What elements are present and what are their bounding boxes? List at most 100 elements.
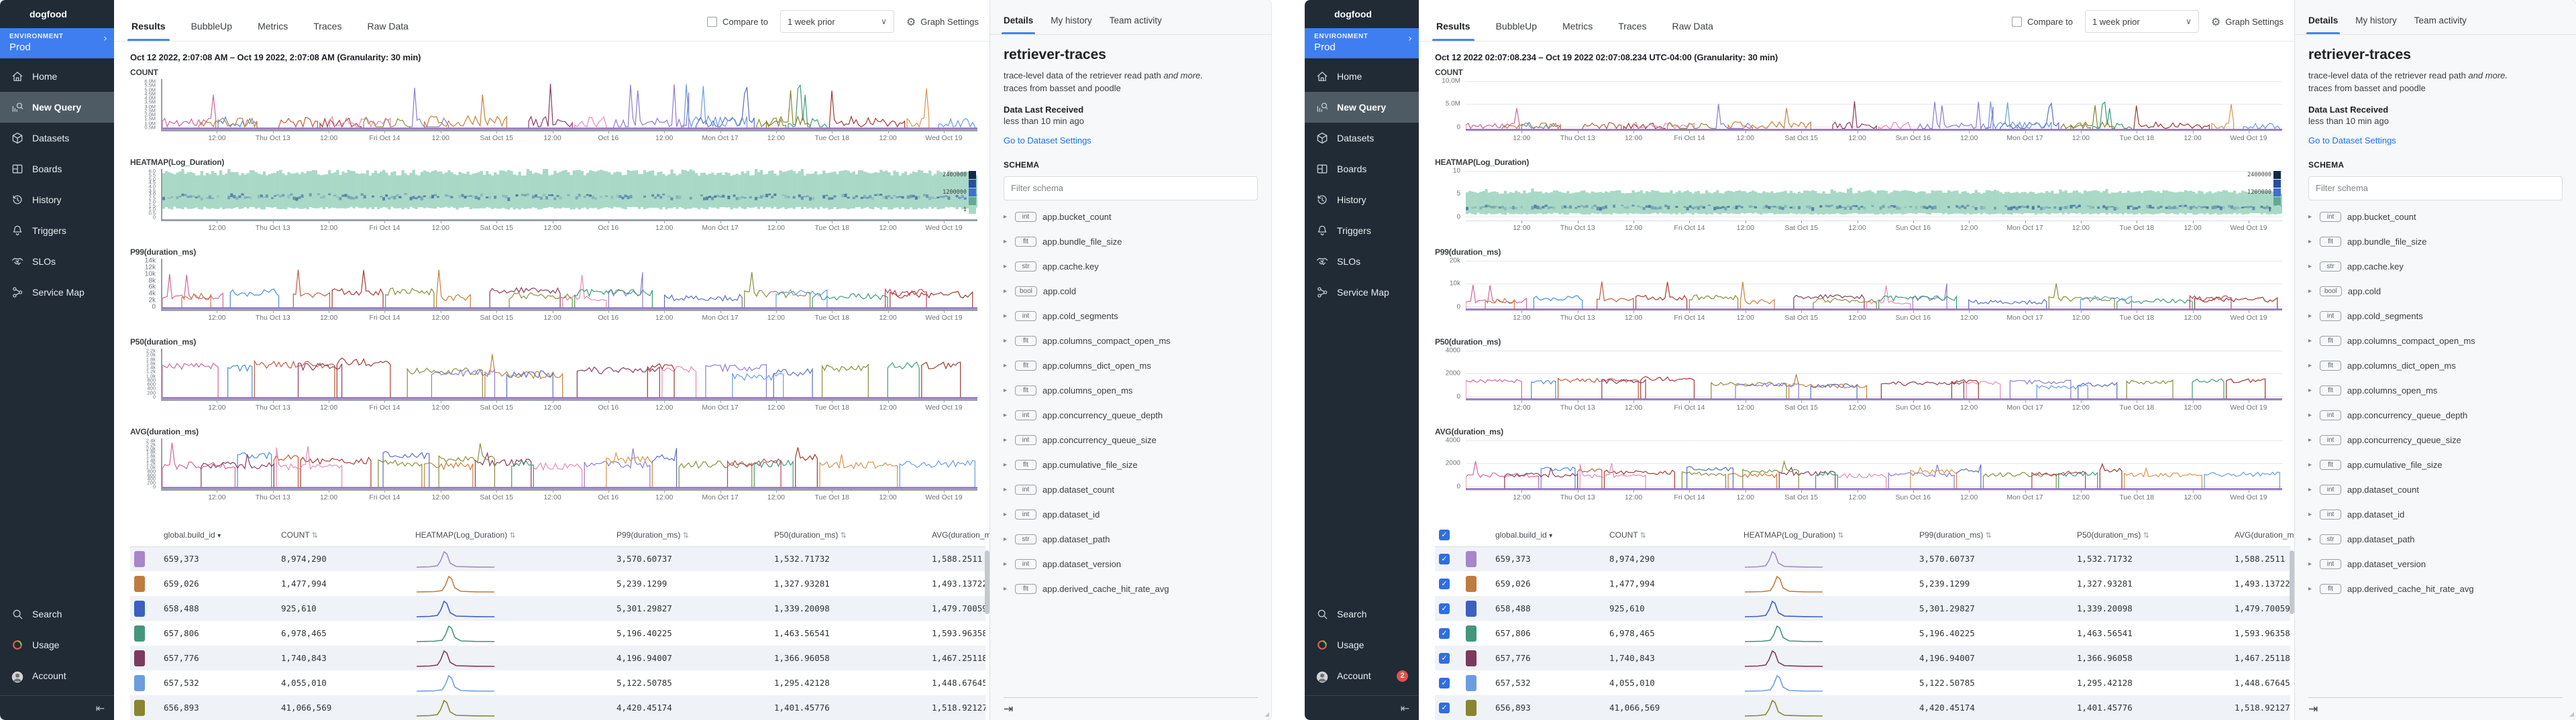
caret-right-icon[interactable]: ▸ [2308, 213, 2314, 221]
caret-right-icon[interactable]: ▸ [2308, 238, 2314, 245]
compare-checkbox[interactable] [707, 17, 717, 27]
chart-plot[interactable]: 240000012000001 [1466, 169, 2282, 221]
table-row[interactable]: 657,7761,740,8434,196.940071,366.960581,… [130, 646, 985, 670]
schema-field-app-concurrency-queue-size[interactable]: ▸intapp.concurrency_queue_size [1004, 428, 1258, 453]
caret-right-icon[interactable]: ▸ [1004, 412, 1009, 419]
schema-field-app-columns-dict-open-ms[interactable]: ▸fltapp.columns_dict_open_ms [2308, 353, 2563, 378]
chart-canvas[interactable] [162, 438, 977, 489]
sidebar-item-slos[interactable]: SLOs [1305, 246, 1419, 277]
sidebar-collapse-button[interactable]: ⇤ [1305, 696, 1419, 720]
chart-plot[interactable] [1466, 259, 2282, 311]
tab-bubbleup[interactable]: BubbleUp [190, 21, 234, 41]
caret-right-icon[interactable]: ▸ [2308, 387, 2314, 394]
column-header-count[interactable]: COUNT ⇅ [1605, 524, 1739, 546]
tab-results[interactable]: Results [130, 21, 167, 41]
caret-right-icon[interactable]: ▸ [1004, 387, 1009, 394]
schema-field-app-bucket-count[interactable]: ▸intapp.bucket_count [1004, 204, 1258, 229]
caret-right-icon[interactable]: ▸ [2308, 362, 2314, 369]
caret-right-icon[interactable]: ▸ [1004, 511, 1009, 518]
chart-plot[interactable] [1466, 438, 2282, 491]
column-header-p99-duration-ms-[interactable]: P99(duration_ms) ⇅ [1915, 524, 2073, 546]
schema-field-app-dataset-id[interactable]: ▸intapp.dataset_id [2308, 502, 2563, 527]
table-row[interactable]: 656,89341,066,5694,420.451741,401.457761… [130, 695, 985, 720]
column-header-p50-duration-ms-[interactable]: P50(duration_ms) ⇅ [2073, 524, 2231, 546]
table-row[interactable]: ✓657,8066,978,4655,196.402251,463.565411… [1435, 621, 2290, 646]
column-header-p50-duration-ms-[interactable]: P50(duration_ms) ⇅ [770, 524, 928, 546]
caret-right-icon[interactable]: ▸ [2308, 511, 2314, 518]
graph-settings-button[interactable]: ⚙ Graph Settings [2211, 15, 2284, 28]
schema-field-app-concurrency-queue-depth[interactable]: ▸intapp.concurrency_queue_depth [2308, 403, 2563, 428]
row-checkbox[interactable]: ✓ [1439, 628, 1450, 639]
column-header-global-build-id[interactable]: global.build_id ▾ [1491, 524, 1605, 546]
sort-icon[interactable]: ⇅ [1986, 531, 1992, 540]
chart-plot[interactable] [161, 79, 977, 131]
column-header-global-build-id[interactable]: global.build_id ▾ [160, 524, 277, 546]
tab-raw-data[interactable]: Raw Data [366, 21, 409, 41]
sidebar-item-triggers[interactable]: Triggers [1305, 215, 1419, 246]
chart-plot[interactable] [1466, 349, 2282, 401]
schema-field-app-dataset-version[interactable]: ▸intapp.dataset_version [1004, 552, 1258, 577]
table-row[interactable]: ✓657,5324,055,0105,122.507851,295.421281… [1435, 670, 2290, 695]
sidebar-item-usage[interactable]: Usage [0, 629, 114, 660]
schema-field-app-cold-segments[interactable]: ▸intapp.cold_segments [1004, 304, 1258, 328]
caret-right-icon[interactable]: ▸ [2308, 585, 2314, 593]
sort-icon[interactable]: ⇅ [841, 531, 847, 540]
sidebar-item-account[interactable]: Account [0, 660, 114, 691]
chart-canvas[interactable] [1466, 259, 2282, 310]
sidebar-item-new-query[interactable]: New Query [0, 92, 114, 123]
caret-right-icon[interactable]: ▸ [1004, 312, 1009, 320]
table-row[interactable]: ✓657,7761,740,8434,196.940071,366.960581… [1435, 646, 2290, 670]
schema-field-app-dataset-count[interactable]: ▸intapp.dataset_count [2308, 477, 2563, 502]
column-header-avg-duration-ms-[interactable]: AVG(duration_ms) ⇅ [2231, 524, 2290, 546]
caret-right-icon[interactable]: ▸ [2308, 436, 2314, 444]
caret-right-icon[interactable]: ▸ [1004, 288, 1009, 295]
sidebar-item-datasets[interactable]: Datasets [0, 123, 114, 154]
schema-field-app-derived-cache-hit-rate-avg[interactable]: ▸fltapp.derived_cache_hit_rate_avg [2308, 577, 2563, 601]
sort-desc-icon[interactable]: ▾ [1549, 532, 1552, 540]
column-header-avg-duration-ms-[interactable]: AVG(duration_ms) ⇅ [928, 524, 985, 546]
compare-to-control[interactable]: Compare to [2012, 17, 2073, 27]
panel-tab-team-activity[interactable]: Team activity [2414, 15, 2467, 34]
select-all-checkbox[interactable]: ✓ [1439, 530, 1450, 540]
sort-icon[interactable]: ⇅ [2143, 531, 2149, 540]
chart-canvas[interactable] [162, 259, 977, 309]
schema-field-app-cumulative-file-size[interactable]: ▸fltapp.cumulative_file_size [1004, 453, 1258, 477]
table-row[interactable]: 659,0261,477,9945,239.12991,327.932811,4… [130, 571, 985, 596]
schema-field-app-cold[interactable]: ▸boolapp.cold [2308, 279, 2563, 304]
sort-icon[interactable]: ⇅ [1838, 531, 1844, 540]
chart-canvas[interactable] [1466, 349, 2282, 400]
chart-canvas[interactable] [1466, 169, 2282, 221]
caret-right-icon[interactable]: ▸ [2308, 560, 2314, 568]
schema-field-app-bundle-file-size[interactable]: ▸fltapp.bundle_file_size [2308, 229, 2563, 254]
chart-canvas[interactable] [1466, 438, 2282, 490]
table-row[interactable]: ✓659,3738,974,2903,570.607371,532.717321… [1435, 546, 2290, 571]
sidebar-collapse-button[interactable]: ⇤ [0, 696, 114, 720]
chart-plot[interactable] [161, 438, 977, 491]
sort-icon[interactable]: ⇅ [312, 531, 318, 540]
schema-field-app-columns-open-ms[interactable]: ▸fltapp.columns_open_ms [1004, 378, 1258, 403]
table-row[interactable]: ✓659,0261,477,9945,239.12991,327.932811,… [1435, 571, 2290, 596]
schema-field-app-concurrency-queue-size[interactable]: ▸intapp.concurrency_queue_size [2308, 428, 2563, 453]
sidebar-item-usage[interactable]: Usage [1305, 629, 1419, 660]
schema-field-app-cache-key[interactable]: ▸strapp.cache.key [1004, 254, 1258, 279]
panel-tab-my-history[interactable]: My history [2355, 15, 2397, 34]
row-checkbox[interactable]: ✓ [1439, 678, 1450, 688]
chart-plot[interactable] [1466, 79, 2282, 131]
panel-tab-details[interactable]: Details [2308, 15, 2338, 34]
compare-to-control[interactable]: Compare to [707, 17, 768, 27]
tab-traces[interactable]: Traces [312, 21, 343, 41]
table-scrollbar[interactable] [985, 550, 989, 614]
environment-switcher[interactable]: ENVIRONMENT › Prod [1305, 28, 1419, 58]
logo[interactable]: dogfood [1305, 0, 1419, 28]
table-scrollbar[interactable] [2290, 550, 2294, 614]
sort-icon[interactable]: ⇅ [683, 531, 689, 540]
compare-checkbox[interactable] [2012, 17, 2022, 27]
schema-field-app-dataset-version[interactable]: ▸intapp.dataset_version [2308, 552, 2563, 577]
caret-right-icon[interactable]: ▸ [1004, 263, 1009, 270]
schema-field-app-columns-compact-open-ms[interactable]: ▸fltapp.columns_compact_open_ms [1004, 328, 1258, 353]
tab-metrics[interactable]: Metrics [256, 21, 289, 41]
schema-field-app-columns-open-ms[interactable]: ▸fltapp.columns_open_ms [2308, 378, 2563, 403]
chart-canvas[interactable] [1466, 79, 2282, 131]
sidebar-item-triggers[interactable]: Triggers [0, 215, 114, 246]
sidebar-item-boards[interactable]: Boards [1305, 154, 1419, 184]
